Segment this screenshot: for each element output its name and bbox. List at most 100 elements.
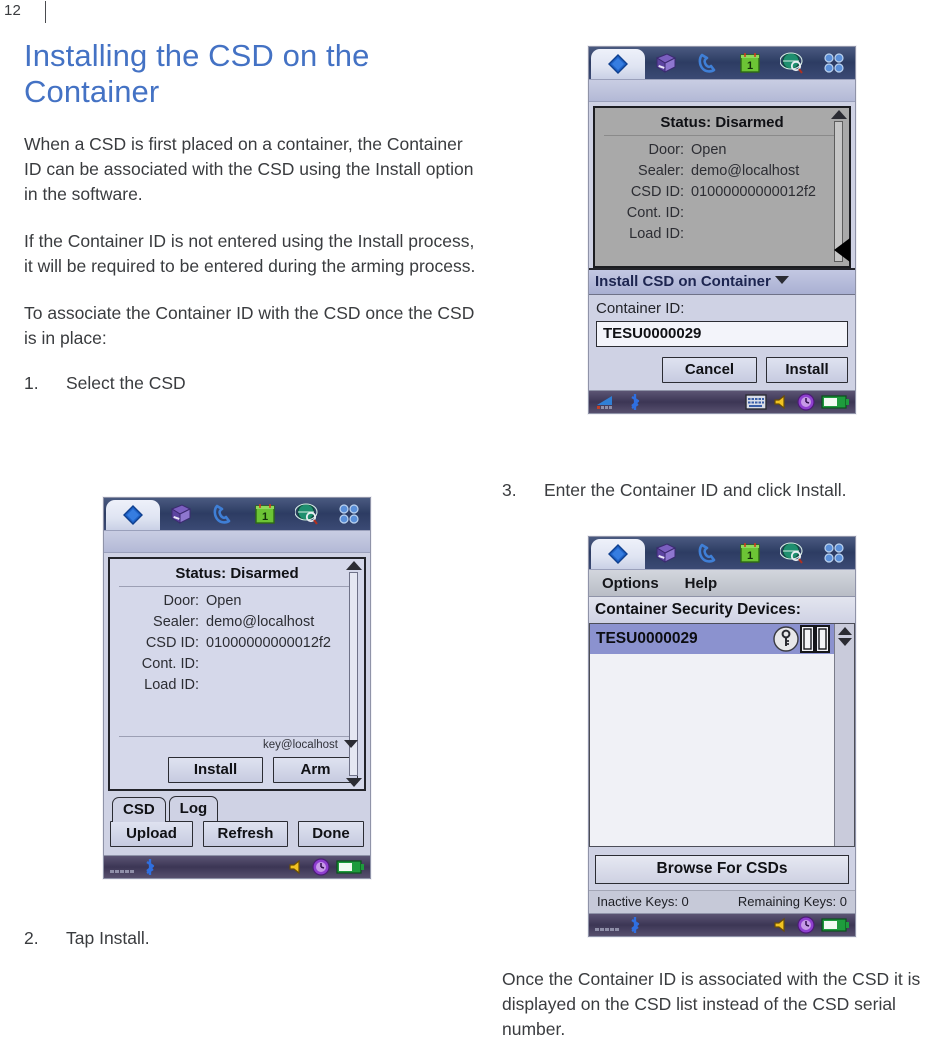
- list-item[interactable]: TESU0000029: [590, 624, 834, 654]
- device1-toolbar: 1: [104, 498, 370, 531]
- tab-csd-app[interactable]: [591, 539, 645, 569]
- clock-icon[interactable]: [797, 916, 815, 934]
- purple-book-icon[interactable]: [645, 537, 687, 569]
- row-label: Load ID:: [144, 677, 199, 693]
- status-row-load-id: Load ID:: [595, 224, 849, 245]
- phone-handset-icon[interactable]: [202, 498, 244, 530]
- device-screenshot-install-dialog: 1 Status: Disarmed Door: Open Sealer: de…: [588, 46, 856, 414]
- key-counts: Inactive Keys: 0 Remaining Keys: 0: [589, 890, 855, 913]
- status-row-sealer: Sealer: demo@localhost: [595, 161, 849, 182]
- install-dialog: Install CSD on Container Container ID: T…: [589, 268, 855, 390]
- tab-log[interactable]: Log: [168, 796, 219, 821]
- browse-for-csds-button[interactable]: Browse For CSDs: [595, 855, 849, 884]
- remaining-keys-label: Remaining Keys: 0: [737, 894, 847, 909]
- battery-icon[interactable]: [821, 918, 849, 932]
- step-2: 2. Tap Install.: [24, 926, 476, 951]
- device2-toolbar: 1: [589, 47, 855, 80]
- device2-subbar: [589, 80, 855, 102]
- paragraph-3: To associate the Container ID with the C…: [24, 303, 475, 348]
- key-selector[interactable]: key@localhost: [110, 737, 364, 754]
- step-1-text: Select the CSD: [66, 373, 186, 393]
- list-header: Container Security Devices:: [589, 597, 855, 623]
- csd-list-items: TESU0000029: [590, 624, 834, 846]
- refresh-button[interactable]: Refresh: [203, 821, 288, 847]
- scroll-up-icon[interactable]: [837, 627, 852, 635]
- key-icon: [773, 625, 799, 652]
- device3-statusbar: [589, 913, 855, 936]
- device1-statusbar: [104, 855, 370, 878]
- globe-search-icon[interactable]: [771, 47, 813, 79]
- device-screenshot-csd-list: 1 Options Help Container Security Device…: [588, 536, 856, 937]
- status-title: Status: Disarmed: [604, 111, 840, 136]
- globe-search-icon[interactable]: [286, 498, 328, 530]
- clock-icon[interactable]: [312, 858, 330, 876]
- grid-apps-icon[interactable]: [813, 537, 855, 569]
- done-button[interactable]: Done: [297, 821, 364, 847]
- tab-csd-app[interactable]: [591, 49, 645, 79]
- bluetooth-icon: [146, 859, 155, 875]
- row-label: CSD ID:: [145, 635, 199, 651]
- phone-handset-icon[interactable]: [687, 47, 729, 79]
- step-1-number: 1.: [24, 373, 39, 393]
- blue-diamond-icon: [122, 505, 143, 525]
- dialog-title-bar[interactable]: Install CSD on Container: [589, 268, 855, 295]
- speaker-icon[interactable]: [288, 859, 306, 875]
- bluetooth-icon: [631, 394, 640, 410]
- cancel-button[interactable]: Cancel: [662, 357, 757, 383]
- paragraph-1: When a CSD is first placed on a containe…: [24, 134, 474, 204]
- svg-text:1: 1: [747, 550, 753, 562]
- scroll-down-icon[interactable]: [837, 638, 852, 646]
- calendar-icon[interactable]: 1: [729, 537, 771, 569]
- battery-icon[interactable]: [821, 395, 849, 409]
- calendar-icon[interactable]: 1: [244, 498, 286, 530]
- upload-button[interactable]: Upload: [110, 821, 194, 847]
- tab-csd-app[interactable]: [106, 500, 160, 530]
- purple-book-icon[interactable]: [160, 498, 202, 530]
- speaker-icon[interactable]: [773, 394, 791, 410]
- menu-help[interactable]: Help: [685, 575, 718, 592]
- blue-diamond-icon: [607, 54, 628, 74]
- phone-handset-icon[interactable]: [687, 537, 729, 569]
- scroll-up-icon[interactable]: [830, 110, 847, 119]
- row-value: 01000000000012f2: [691, 184, 816, 200]
- clock-icon[interactable]: [797, 393, 815, 411]
- chevron-down-icon[interactable]: [344, 740, 358, 748]
- grid-apps-icon[interactable]: [328, 498, 370, 530]
- list-scrollbar[interactable]: [834, 624, 854, 846]
- step-3: 3. Enter the Container ID and click Inst…: [502, 478, 922, 503]
- csd-listbox[interactable]: TESU0000029: [589, 623, 855, 847]
- globe-search-icon[interactable]: [771, 537, 813, 569]
- signal-icon: [110, 870, 134, 873]
- battery-icon[interactable]: [336, 860, 364, 874]
- menu-options[interactable]: Options: [602, 575, 659, 592]
- purple-book-icon[interactable]: [645, 47, 687, 79]
- csd-status-panel-disabled: Status: Disarmed Door: Open Sealer: demo…: [593, 106, 851, 268]
- scroll-down-icon[interactable]: [345, 778, 362, 787]
- chevron-down-icon[interactable]: [774, 276, 789, 284]
- row-value: demo@localhost: [206, 614, 315, 630]
- container-id-input[interactable]: TESU0000029: [596, 321, 848, 347]
- scroll-up-icon[interactable]: [345, 561, 362, 570]
- status-rows: Door: Open Sealer: demo@localhost CSD ID…: [595, 136, 849, 266]
- status-row-csd-id: CSD ID: 01000000000012f2: [110, 633, 364, 654]
- blue-diamond-icon: [607, 544, 628, 564]
- device2-statusbar: [589, 390, 855, 413]
- paragraph-2: If the Container ID is not entered using…: [24, 231, 476, 276]
- keyboard-icon[interactable]: [745, 394, 767, 410]
- status-row-cont-id: Cont. ID:: [110, 654, 364, 675]
- csd-status-panel: Status: Disarmed Door: Open Sealer: demo…: [108, 557, 366, 791]
- grid-apps-icon[interactable]: [813, 47, 855, 79]
- signal-icon: [595, 928, 619, 931]
- install-button[interactable]: Install: [766, 357, 848, 383]
- closing-paragraph: Once the Container ID is associated with…: [502, 969, 921, 1039]
- speaker-icon[interactable]: [773, 917, 791, 933]
- tab-csd[interactable]: CSD: [112, 797, 166, 822]
- page-title: Installing the CSD on the Container: [24, 38, 370, 109]
- install-button[interactable]: Install: [168, 757, 263, 783]
- inactive-keys-label: Inactive Keys: 0: [597, 894, 689, 909]
- calendar-icon[interactable]: 1: [729, 47, 771, 79]
- row-value: [691, 204, 849, 223]
- folio-rule: [45, 1, 46, 23]
